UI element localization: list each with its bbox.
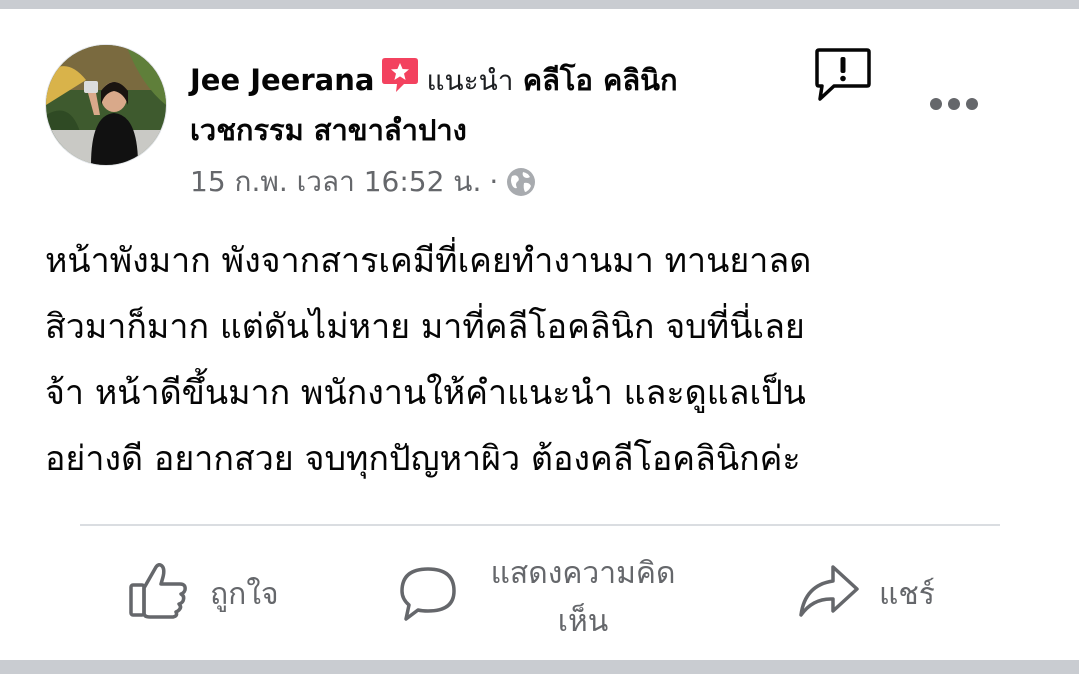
comment-icon	[398, 565, 458, 631]
post-text-line: จ้า หน้าดีขึ้นมาก พนักงานให้คำแนะนำ และด…	[45, 373, 806, 413]
recommended-page-name-cont[interactable]: เวชกรรม สาขาลำปาง	[190, 106, 790, 154]
post-timestamp[interactable]: 15 ก.พ. เวลา 16:52 น.	[190, 165, 481, 198]
post-text-line: สิวมาก็มาก แต่ดันไม่หาย มาที่คลีโอคลินิก…	[45, 307, 805, 347]
comment-label-line2: เห็น	[557, 604, 609, 639]
post-meta: 15 ก.พ. เวลา 16:52 น. ·	[190, 160, 536, 210]
recommend-badge-icon	[380, 56, 420, 108]
recommended-page-name[interactable]: คลีโอ คลินิก	[523, 63, 678, 97]
comment-label-line1: แสดงความคิด	[490, 556, 676, 591]
like-icon	[128, 561, 190, 627]
author-name[interactable]: Jee Jeerana	[190, 63, 374, 97]
report-icon[interactable]	[814, 46, 872, 108]
globe-icon	[506, 166, 536, 210]
post-text-line: อย่างดี อยากสวย จบทุกปัญหาผิว ต้องคลีโอค…	[45, 439, 801, 479]
like-label: ถูกใจ	[210, 576, 279, 612]
share-icon	[797, 561, 861, 627]
author-avatar[interactable]	[45, 44, 167, 166]
comment-label: แสดงความคิดเห็น	[478, 550, 688, 646]
post-text-line: หน้าพังมาก พังจากสารเคมีที่เคยทำงานมา ทา…	[45, 241, 812, 281]
share-label: แชร์	[879, 576, 935, 612]
more-options-icon[interactable]	[928, 96, 980, 116]
actions-divider	[80, 524, 1000, 526]
meta-separator: ·	[489, 165, 499, 198]
comment-button[interactable]: แสดงความคิดเห็น	[398, 556, 688, 640]
share-button[interactable]: แชร์	[797, 564, 935, 624]
like-button[interactable]: ถูกใจ	[128, 561, 279, 627]
top-frame-bar	[0, 0, 1079, 9]
recommend-text: แนะนำ	[426, 64, 514, 97]
post-body: หน้าพังมาก พังจากสารเคมีที่เคยทำงานมา ทา…	[45, 228, 1005, 492]
post-header-line1: Jee Jeerana แนะนำ คลีโอ คลินิก	[190, 56, 790, 108]
bottom-frame-bar	[0, 660, 1079, 674]
